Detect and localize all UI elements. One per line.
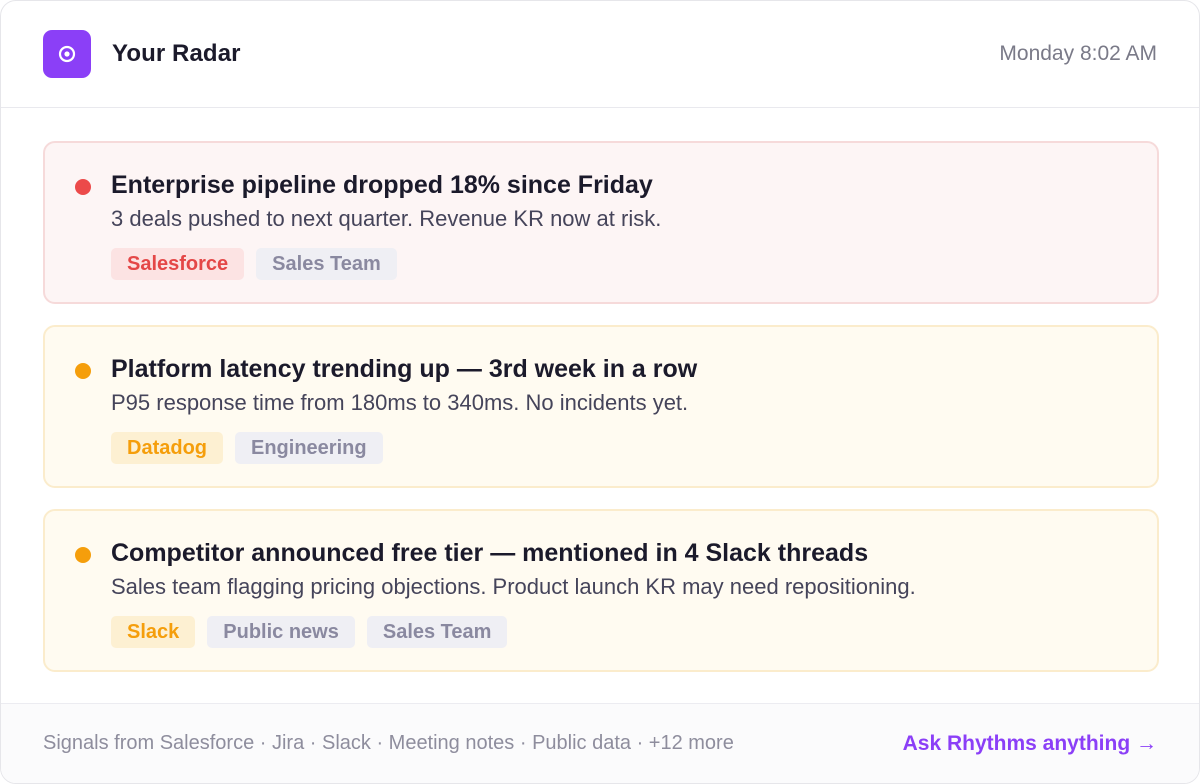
signal-description: 3 deals pushed to next quarter. Revenue … (111, 206, 662, 231)
signal-description: Sales team flagging pricing objections. … (111, 574, 916, 599)
signal-tags: Salesforce Sales Team (111, 248, 1157, 280)
signal-tags: Datadog Engineering (111, 432, 1157, 464)
signal-sources-text: Signals from Salesforce · Jira · Slack ·… (43, 732, 734, 754)
signal-list: Enterprise pipeline dropped 18% since Fr… (43, 141, 1159, 693)
signal-title: Competitor announced free tier — mention… (111, 539, 869, 567)
source-tag[interactable]: Public news (207, 616, 355, 648)
source-tag[interactable]: Datadog (111, 432, 223, 464)
signal-tags: Slack Public news Sales Team (111, 616, 1157, 648)
signal-card[interactable]: Enterprise pipeline dropped 18% since Fr… (43, 141, 1159, 304)
source-tag[interactable]: Salesforce (111, 248, 245, 280)
severity-dot-icon (75, 179, 91, 195)
signal-title: Platform latency trending up — 3rd week … (111, 355, 698, 383)
radar-header: Your Radar Monday 8:02 AM (1, 1, 1199, 108)
team-tag[interactable]: Engineering (235, 432, 383, 464)
team-tag[interactable]: Sales Team (256, 248, 397, 280)
severity-dot-icon (75, 547, 91, 563)
radar-footer: Signals from Salesforce · Jira · Slack ·… (1, 703, 1199, 783)
signal-card[interactable]: Platform latency trending up — 3rd week … (43, 325, 1159, 488)
team-tag[interactable]: Sales Team (366, 616, 508, 648)
radar-panel: Your Radar Monday 8:02 AM Enterprise pip… (0, 0, 1200, 784)
radar-target-icon (43, 30, 91, 78)
severity-dot-icon (75, 363, 91, 379)
signal-card[interactable]: Competitor announced free tier — mention… (43, 509, 1159, 672)
signal-title: Enterprise pipeline dropped 18% since Fr… (111, 171, 653, 199)
ask-rhythms-link[interactable]: Ask Rhythms anything → (903, 732, 1157, 756)
page-title: Your Radar (112, 40, 241, 67)
signal-description: P95 response time from 180ms to 340ms. N… (111, 390, 689, 415)
timestamp: Monday 8:02 AM (999, 42, 1157, 65)
source-tag[interactable]: Slack (111, 616, 196, 648)
